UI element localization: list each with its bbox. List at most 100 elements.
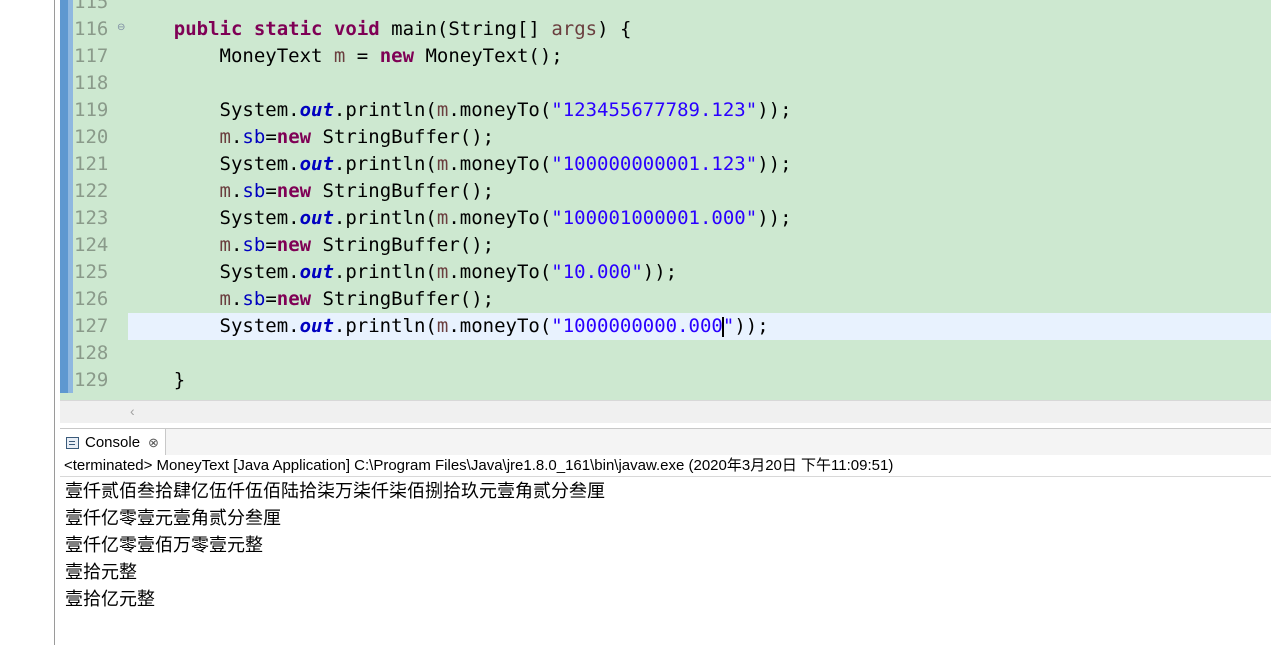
- line-number: 119: [74, 99, 109, 121]
- code-token: .: [230, 288, 243, 310]
- code-line[interactable]: public static void main(String[] args) {: [128, 16, 1271, 43]
- code-token: "10.000": [551, 261, 643, 283]
- code-line[interactable]: m.sb=new StringBuffer();: [128, 232, 1271, 259]
- code-token: .: [230, 180, 243, 202]
- console-process-status: <terminated> MoneyText [Java Application…: [60, 455, 1271, 477]
- code-token: ": [722, 315, 735, 337]
- code-token: .moneyTo(: [448, 99, 552, 121]
- code-token: .println(: [333, 261, 437, 283]
- code-token: =: [265, 288, 277, 310]
- left-margin: [0, 0, 55, 645]
- console-output-line: 壹仟亿零壹佰万零壹元整: [65, 535, 263, 556]
- code-token: ));: [642, 261, 678, 283]
- code-token: "123455677789.123": [551, 99, 758, 121]
- code-token: =: [345, 45, 380, 67]
- code-token: .: [230, 234, 243, 256]
- code-line[interactable]: System.out.println(m.moneyTo("1000010000…: [128, 205, 1271, 232]
- console-tab-label: Console: [85, 434, 141, 451]
- code-line[interactable]: [128, 340, 1271, 367]
- line-number: 120: [74, 126, 109, 148]
- code-token: =: [265, 234, 277, 256]
- code-line[interactable]: MoneyText m = new MoneyText();: [128, 43, 1271, 70]
- code-editor[interactable]: 115 116 117 118 119 120 121 122 123 124 125 126 127 1…: [60, 0, 1271, 400]
- code-token: ) {: [597, 18, 632, 40]
- code-token: m: [219, 126, 231, 148]
- code-token: }: [128, 369, 186, 391]
- code-token: System.: [128, 261, 300, 283]
- code-token: m: [219, 180, 231, 202]
- code-token: main(String[]: [379, 18, 552, 40]
- console-output-line: 壹仟亿零壹元壹角贰分叁厘: [65, 508, 281, 529]
- line-number: 123: [74, 207, 109, 229]
- code-token: =: [265, 126, 277, 148]
- code-token: sb: [242, 234, 266, 256]
- code-token: .println(: [333, 207, 437, 229]
- code-line[interactable]: System.out.println(m.moneyTo("1000000000…: [128, 151, 1271, 178]
- line-number: 121: [74, 153, 109, 175]
- code-line[interactable]: }: [128, 367, 1271, 394]
- code-token: m: [333, 45, 346, 67]
- line-number: 118: [74, 72, 109, 94]
- code-token: out: [299, 153, 334, 175]
- code-line[interactable]: m.sb=new StringBuffer();: [128, 286, 1271, 313]
- code-line-current[interactable]: System.out.println(m.moneyTo("1000000000…: [128, 313, 1271, 340]
- code-token: .moneyTo(: [448, 207, 552, 229]
- fold-toggle-icon[interactable]: ⊖: [117, 22, 125, 33]
- frame-divider: [54, 0, 55, 645]
- line-number: 126: [74, 288, 109, 310]
- code-token: .: [230, 126, 243, 148]
- code-token: System.: [128, 99, 300, 121]
- code-token: "100001000001.000": [551, 207, 758, 229]
- code-token: out: [299, 99, 334, 121]
- console-output[interactable]: 壹仟贰佰叁拾肆亿伍仟伍佰陆拾柒万柒仟柒佰捌拾玖元壹角贰分叁厘 壹仟亿零壹元壹角贰分…: [60, 478, 1271, 645]
- scroll-left-arrow-icon[interactable]: ‹: [130, 403, 135, 419]
- code-line[interactable]: System.out.println(m.moneyTo("1234556777…: [128, 97, 1271, 124]
- console-tab[interactable]: Console ⊗: [60, 429, 166, 456]
- code-token: void: [333, 18, 380, 40]
- code-line[interactable]: System.out.println(m.moneyTo("10.000"));: [128, 259, 1271, 286]
- code-token: ));: [734, 315, 769, 337]
- code-token: sb: [242, 288, 266, 310]
- code-token: m: [219, 288, 231, 310]
- close-icon[interactable]: ⊗: [148, 435, 159, 451]
- code-token: m: [436, 261, 449, 283]
- code-token: ));: [757, 153, 792, 175]
- line-number: 122: [74, 180, 109, 202]
- code-token: .moneyTo(: [448, 261, 552, 283]
- code-line[interactable]: m.sb=new StringBuffer();: [128, 124, 1271, 151]
- line-number: 115: [74, 0, 109, 13]
- code-token: new: [276, 288, 312, 310]
- line-number: 124: [74, 234, 109, 256]
- editor-horizontal-scrollbar[interactable]: ‹: [60, 400, 1271, 423]
- line-number: 125: [74, 261, 109, 283]
- code-token: ));: [757, 207, 792, 229]
- code-token: new: [276, 234, 312, 256]
- code-token: ));: [757, 99, 792, 121]
- code-token: StringBuffer();: [311, 180, 495, 202]
- code-token: static: [253, 18, 323, 40]
- console-output-line: 壹仟贰佰叁拾肆亿伍仟伍佰陆拾柒万柒仟柒佰捌拾玖元壹角贰分叁厘: [65, 481, 605, 502]
- code-token: .println(: [333, 99, 437, 121]
- code-token: MoneyText();: [414, 45, 563, 67]
- line-number: 128: [74, 342, 109, 364]
- code-line[interactable]: m.sb=new StringBuffer();: [128, 178, 1271, 205]
- code-token: args: [551, 18, 598, 40]
- code-line[interactable]: [128, 70, 1271, 97]
- code-token: public: [173, 18, 243, 40]
- code-token: m: [219, 234, 231, 256]
- code-token: MoneyText: [128, 45, 334, 67]
- code-token: m: [436, 207, 449, 229]
- code-token: m: [436, 99, 449, 121]
- code-token: System.: [128, 153, 300, 175]
- code-token: sb: [242, 180, 266, 202]
- code-line[interactable]: [128, 0, 1271, 16]
- code-token: =: [265, 180, 277, 202]
- code-token: StringBuffer();: [311, 288, 495, 310]
